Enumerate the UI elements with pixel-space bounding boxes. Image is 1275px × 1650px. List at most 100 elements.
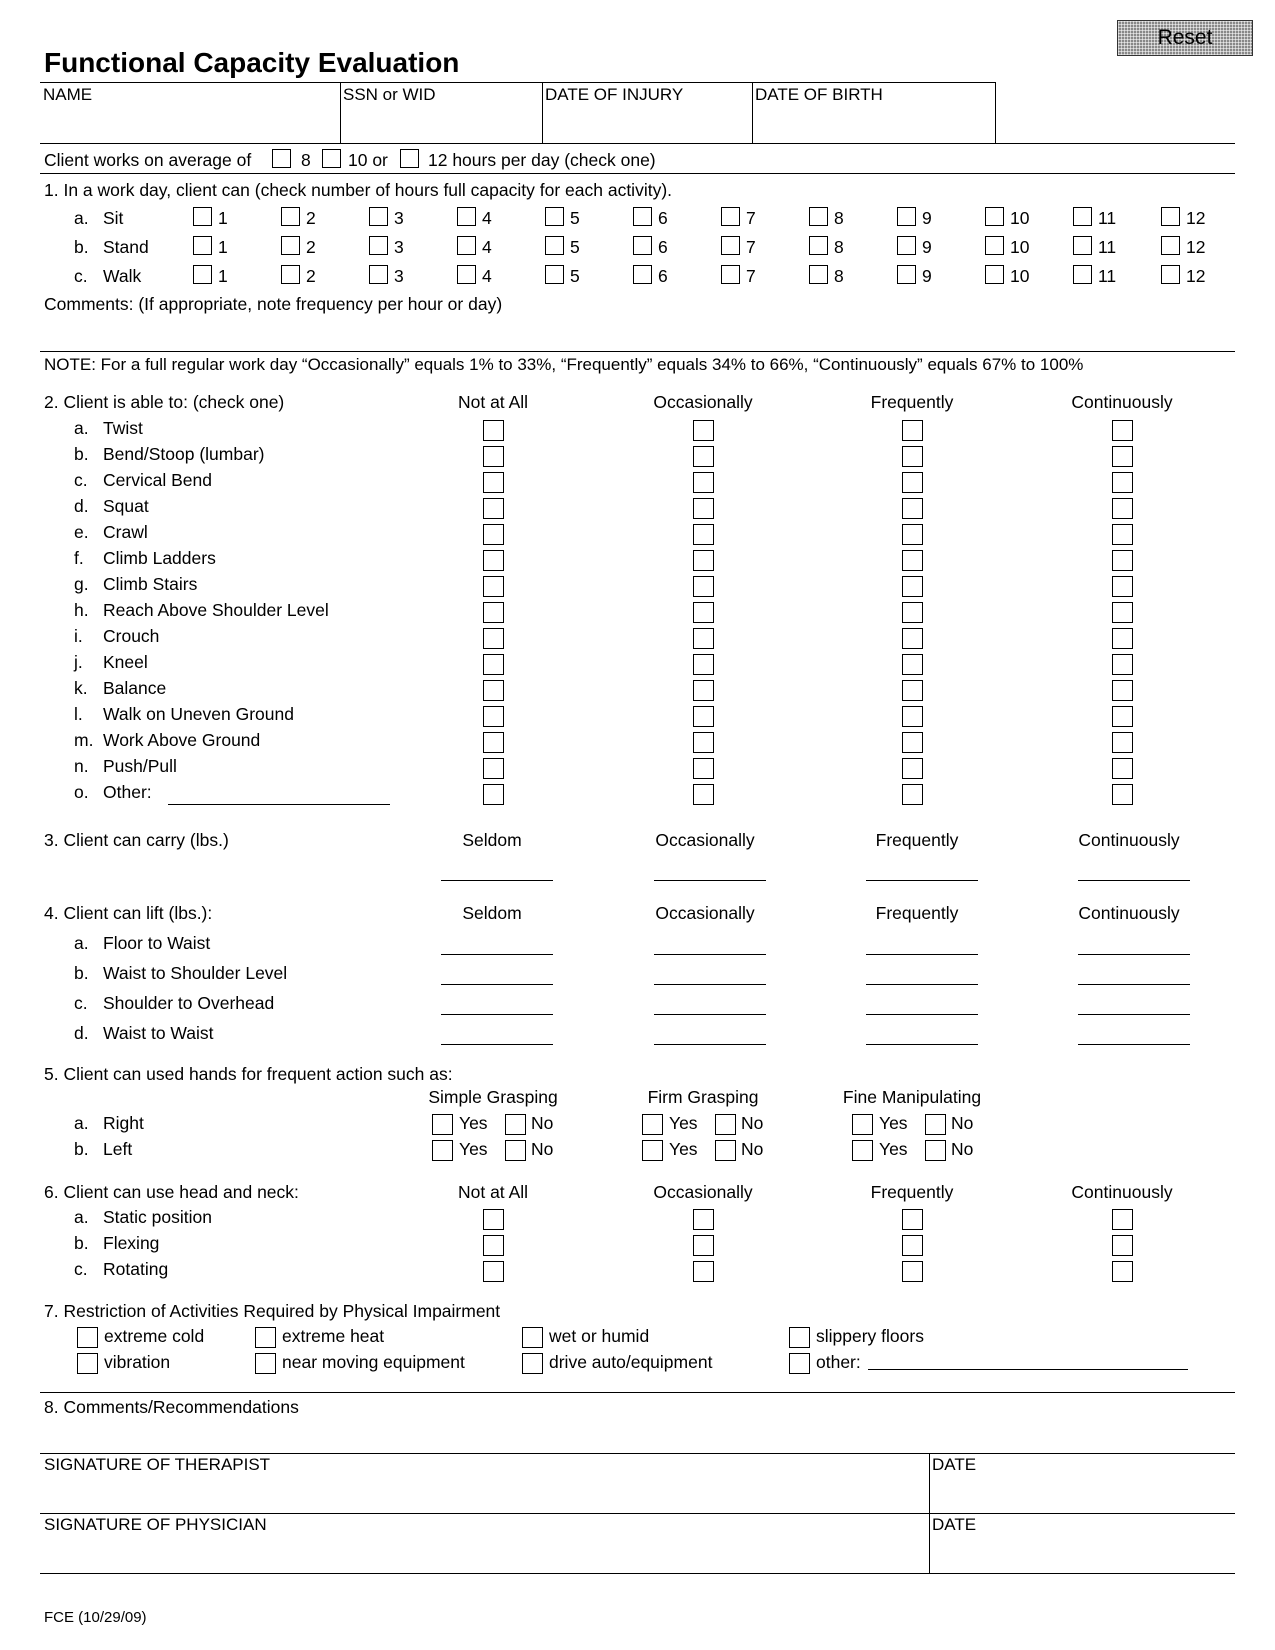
hours-checkbox[interactable] — [457, 236, 476, 255]
ability-frequency-checkbox[interactable] — [483, 602, 504, 623]
head-neck-frequency-checkbox[interactable] — [1112, 1209, 1133, 1230]
ability-frequency-checkbox[interactable] — [902, 628, 923, 649]
hours-checkbox[interactable] — [281, 207, 300, 226]
head-neck-frequency-checkbox[interactable] — [1112, 1235, 1133, 1256]
ability-frequency-checkbox[interactable] — [693, 784, 714, 805]
ssn-field[interactable]: SSN or WID — [343, 84, 540, 142]
other-ability-input[interactable] — [168, 804, 390, 805]
head-neck-frequency-checkbox[interactable] — [902, 1261, 923, 1282]
head-neck-frequency-checkbox[interactable] — [693, 1235, 714, 1256]
lift-lbs-input[interactable] — [1078, 1014, 1190, 1015]
ability-frequency-checkbox[interactable] — [1112, 628, 1133, 649]
head-neck-frequency-checkbox[interactable] — [693, 1261, 714, 1282]
ability-frequency-checkbox[interactable] — [1112, 524, 1133, 545]
lift-lbs-input[interactable] — [1078, 984, 1190, 985]
ability-frequency-checkbox[interactable] — [693, 420, 714, 441]
no-checkbox[interactable] — [715, 1140, 736, 1161]
hours-checkbox[interactable] — [721, 265, 740, 284]
ability-frequency-checkbox[interactable] — [1112, 602, 1133, 623]
ability-frequency-checkbox[interactable] — [483, 680, 504, 701]
ability-frequency-checkbox[interactable] — [1112, 680, 1133, 701]
restriction-checkbox[interactable] — [255, 1353, 276, 1374]
ability-frequency-checkbox[interactable] — [1112, 550, 1133, 571]
ability-frequency-checkbox[interactable] — [693, 706, 714, 727]
physician-date-input[interactable] — [932, 1535, 1232, 1570]
ability-frequency-checkbox[interactable] — [483, 524, 504, 545]
hours-checkbox[interactable] — [809, 207, 828, 226]
ability-frequency-checkbox[interactable] — [1112, 446, 1133, 467]
no-checkbox[interactable] — [925, 1140, 946, 1161]
restriction-checkbox[interactable] — [255, 1327, 276, 1348]
other-restriction-input[interactable] — [868, 1369, 1188, 1370]
hours-checkbox[interactable] — [1073, 236, 1092, 255]
ability-frequency-checkbox[interactable] — [1112, 706, 1133, 727]
lift-lbs-input[interactable] — [441, 1014, 553, 1015]
head-neck-frequency-checkbox[interactable] — [483, 1261, 504, 1282]
carry-lbs-input[interactable] — [441, 880, 553, 881]
hours-checkbox[interactable] — [1161, 207, 1180, 226]
hours-checkbox[interactable] — [369, 207, 388, 226]
date-of-injury-field[interactable]: DATE OF INJURY — [545, 84, 750, 142]
hours-checkbox[interactable] — [633, 207, 652, 226]
no-checkbox[interactable] — [715, 1114, 736, 1135]
hours-checkbox[interactable] — [281, 236, 300, 255]
ability-frequency-checkbox[interactable] — [1112, 420, 1133, 441]
lift-lbs-input[interactable] — [866, 1014, 978, 1015]
ability-frequency-checkbox[interactable] — [902, 498, 923, 519]
ability-frequency-checkbox[interactable] — [693, 732, 714, 753]
carry-lbs-input[interactable] — [866, 880, 978, 881]
head-neck-frequency-checkbox[interactable] — [693, 1209, 714, 1230]
restriction-checkbox[interactable] — [789, 1327, 810, 1348]
carry-lbs-input[interactable] — [654, 880, 766, 881]
no-checkbox[interactable] — [505, 1114, 526, 1135]
lift-lbs-input[interactable] — [866, 1044, 978, 1045]
ability-frequency-checkbox[interactable] — [693, 758, 714, 779]
hours-checkbox[interactable] — [193, 265, 212, 284]
ability-frequency-checkbox[interactable] — [693, 524, 714, 545]
lift-lbs-input[interactable] — [1078, 1044, 1190, 1045]
ability-frequency-checkbox[interactable] — [483, 420, 504, 441]
ability-frequency-checkbox[interactable] — [483, 550, 504, 571]
date-of-birth-field[interactable]: DATE OF BIRTH — [755, 84, 993, 142]
ability-frequency-checkbox[interactable] — [902, 576, 923, 597]
restriction-checkbox[interactable] — [77, 1327, 98, 1348]
head-neck-frequency-checkbox[interactable] — [902, 1209, 923, 1230]
therapist-signature-input[interactable] — [40, 1475, 925, 1510]
ability-frequency-checkbox[interactable] — [693, 472, 714, 493]
ability-frequency-checkbox[interactable] — [902, 784, 923, 805]
hours-checkbox[interactable] — [633, 236, 652, 255]
ability-frequency-checkbox[interactable] — [483, 498, 504, 519]
ability-frequency-checkbox[interactable] — [902, 654, 923, 675]
yes-checkbox[interactable] — [852, 1140, 873, 1161]
ability-frequency-checkbox[interactable] — [483, 472, 504, 493]
hours-checkbox[interactable] — [809, 265, 828, 284]
ability-frequency-checkbox[interactable] — [693, 446, 714, 467]
ability-frequency-checkbox[interactable] — [1112, 758, 1133, 779]
hours-checkbox[interactable] — [1161, 236, 1180, 255]
ability-frequency-checkbox[interactable] — [483, 732, 504, 753]
ability-frequency-checkbox[interactable] — [1112, 472, 1133, 493]
hours-checkbox[interactable] — [985, 265, 1004, 284]
lift-lbs-input[interactable] — [866, 984, 978, 985]
lift-lbs-input[interactable] — [441, 984, 553, 985]
lift-lbs-input[interactable] — [654, 954, 766, 955]
ability-frequency-checkbox[interactable] — [483, 628, 504, 649]
hours-checkbox[interactable] — [897, 207, 916, 226]
lift-lbs-input[interactable] — [441, 954, 553, 955]
ability-frequency-checkbox[interactable] — [483, 758, 504, 779]
ability-frequency-checkbox[interactable] — [1112, 732, 1133, 753]
ability-frequency-checkbox[interactable] — [693, 680, 714, 701]
ability-frequency-checkbox[interactable] — [1112, 784, 1133, 805]
head-neck-frequency-checkbox[interactable] — [483, 1235, 504, 1256]
hours-checkbox[interactable] — [633, 265, 652, 284]
ability-frequency-checkbox[interactable] — [902, 472, 923, 493]
head-neck-frequency-checkbox[interactable] — [902, 1235, 923, 1256]
ability-frequency-checkbox[interactable] — [902, 732, 923, 753]
hours-checkbox[interactable] — [281, 265, 300, 284]
no-checkbox[interactable] — [505, 1140, 526, 1161]
lift-lbs-input[interactable] — [654, 1044, 766, 1045]
ability-frequency-checkbox[interactable] — [902, 758, 923, 779]
hours-checkbox[interactable] — [369, 236, 388, 255]
restriction-checkbox[interactable] — [789, 1353, 810, 1374]
ability-frequency-checkbox[interactable] — [693, 654, 714, 675]
